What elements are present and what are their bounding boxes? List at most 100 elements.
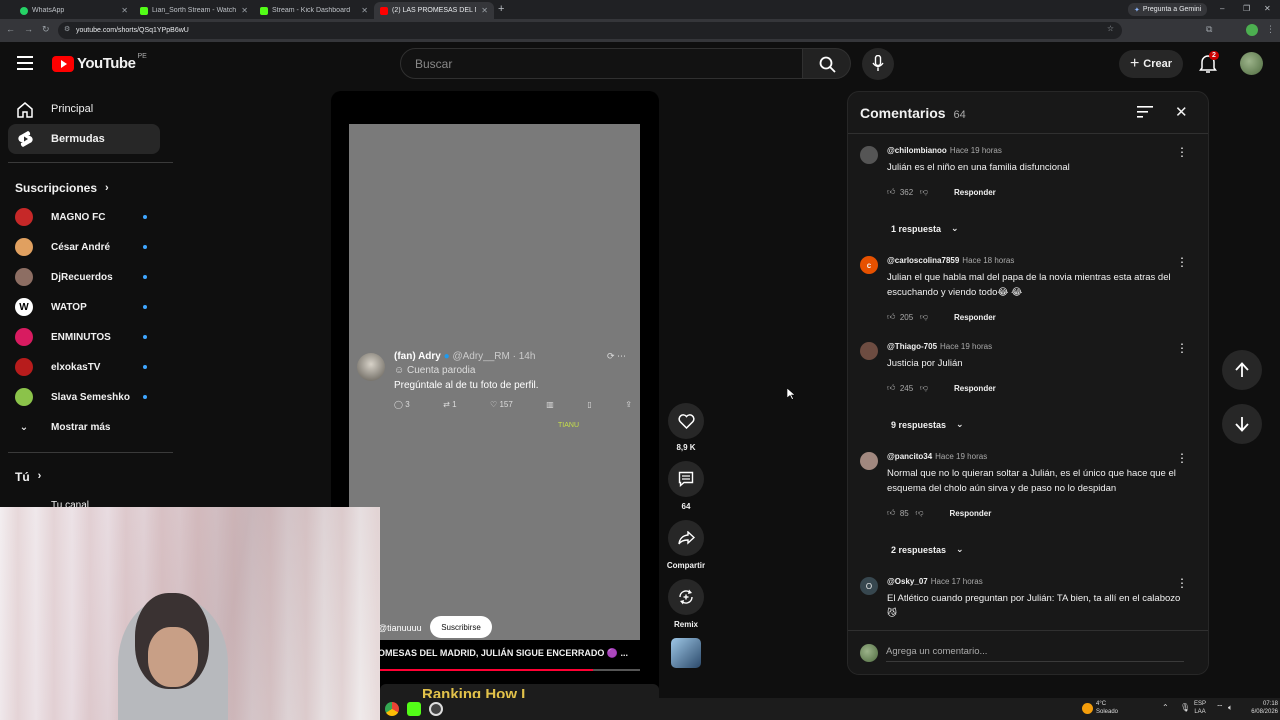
hamburger-menu-icon[interactable] xyxy=(17,56,33,75)
channel-handle[interactable]: @tianuuuu xyxy=(378,623,422,633)
comment-menu-icon[interactable]: ⋮ xyxy=(1176,146,1188,158)
thumbs-up-icon[interactable]: 👍︎ xyxy=(887,383,895,393)
sort-button[interactable] xyxy=(1137,105,1153,123)
comment-author[interactable]: @pancito34 xyxy=(887,452,932,461)
subscription-magno-fc[interactable]: MAGNO FC xyxy=(15,206,155,228)
browser-tab-lian-stream[interactable]: Lian_Sorth Stream - Watch Live ✕ xyxy=(134,2,254,19)
chrome-taskbar-icon[interactable] xyxy=(385,702,399,716)
view-replies-button[interactable]: 9 respuestas ⌄ xyxy=(891,419,964,430)
next-short-preview[interactable]: Ranking How I xyxy=(380,684,659,698)
you-section-header[interactable]: Tú › xyxy=(15,470,41,484)
reply-button[interactable]: Responder xyxy=(950,509,992,518)
close-icon[interactable]: ✕ xyxy=(481,6,488,15)
progress-track[interactable] xyxy=(378,669,640,671)
subscription-elxokastv[interactable]: elxokasTV xyxy=(15,356,155,378)
reply-button[interactable]: Responder xyxy=(954,313,996,322)
youtube-logo[interactable]: YouTube PE xyxy=(52,53,147,72)
like-button[interactable] xyxy=(668,403,704,439)
show-more-button[interactable]: ⌄ Mostrar más xyxy=(15,416,155,438)
video-title[interactable]: OMESAS DEL MADRID, JULIÁN SIGUE ENCERRAD… xyxy=(378,648,628,659)
comments-button[interactable] xyxy=(668,461,704,497)
notifications-button[interactable]: 2 xyxy=(1199,51,1219,79)
subscription-watop[interactable]: W WATOP xyxy=(15,296,155,318)
profile-avatar[interactable] xyxy=(1246,24,1258,36)
extensions-icon[interactable]: ⧉ xyxy=(1206,24,1212,35)
url-bar[interactable]: ⚙ youtube.com/shorts/QSq1YPpB6wU ☆ xyxy=(58,22,1122,39)
browser-tab-whatsapp[interactable]: WhatsApp ✕ xyxy=(14,2,134,19)
search-button[interactable] xyxy=(803,48,851,79)
comment-menu-icon[interactable]: ⋮ xyxy=(1176,342,1188,354)
minimize-icon[interactable]: – xyxy=(1220,4,1224,13)
thumbs-down-icon[interactable]: 👎︎ xyxy=(920,383,928,393)
subscription-cesar-andre[interactable]: César André xyxy=(15,236,155,258)
add-comment-input[interactable]: Agrega un comentario... xyxy=(886,646,1184,662)
browser-tab-youtube[interactable]: (2) LAS PROMESAS DEL MA ✕ xyxy=(374,2,494,19)
reply-button[interactable]: Responder xyxy=(954,384,996,393)
close-icon[interactable]: ✕ xyxy=(121,6,128,15)
comment-avatar[interactable] xyxy=(860,146,878,164)
voice-search-button[interactable] xyxy=(862,48,894,80)
browser-tab-kick-dashboard[interactable]: Stream - Kick Dashboard ✕ xyxy=(254,2,374,19)
browser-menu-icon[interactable]: ⋮ xyxy=(1266,24,1275,35)
thumbs-up-icon[interactable]: 👍︎ xyxy=(887,187,895,197)
bookmark-star-icon[interactable]: ☆ xyxy=(1107,24,1114,33)
reload-icon[interactable]: ↻ xyxy=(42,24,50,35)
gemini-icon: ✦ xyxy=(1134,6,1140,14)
gemini-button[interactable]: ✦ Pregunta a Gemini xyxy=(1128,3,1208,16)
thumbs-up-icon[interactable]: 👍︎ xyxy=(887,312,895,322)
view-replies-button[interactable]: 1 respuesta ⌄ xyxy=(891,223,959,234)
sidebar-item-principal[interactable]: Principal xyxy=(8,94,160,124)
thumbs-down-icon[interactable]: 👎︎ xyxy=(920,187,928,197)
view-replies-button[interactable]: 2 respuestas ⌄ xyxy=(891,544,964,555)
obs-taskbar-icon[interactable] xyxy=(429,702,443,716)
sound-thumbnail[interactable] xyxy=(671,638,701,668)
comment-menu-icon[interactable]: ⋮ xyxy=(1176,452,1188,464)
comment-author[interactable]: @Thiago-705 xyxy=(887,342,937,351)
subscription-slava-semeshko[interactable]: Slava Semeshko xyxy=(15,386,155,408)
mic-tray-icon[interactable]: 🎙︎ xyxy=(1180,703,1190,712)
close-icon[interactable]: ✕ xyxy=(241,6,248,15)
comment-author[interactable]: @Osky_07 xyxy=(887,577,928,586)
site-info-icon[interactable]: ⚙ xyxy=(64,25,70,33)
tray-expand-icon[interactable]: ⌃ xyxy=(1162,703,1169,712)
sidebar-item-bermudas[interactable]: Bermudas xyxy=(8,124,160,154)
thumbs-down-icon[interactable]: 👎︎ xyxy=(920,312,928,322)
language-indicator[interactable]: ESP LAA xyxy=(1194,700,1206,716)
forward-icon[interactable]: → xyxy=(24,24,33,34)
close-comments-icon[interactable]: ✕ xyxy=(1175,103,1188,121)
tweet-author: (fan) Adry xyxy=(394,351,441,362)
create-button[interactable]: + Crear xyxy=(1119,50,1183,78)
comment-author[interactable]: @chilombianoo xyxy=(887,146,947,155)
comment-avatar[interactable] xyxy=(860,452,878,470)
volume-icon[interactable]: 🔈︎ xyxy=(1228,703,1233,713)
share-button[interactable] xyxy=(668,520,704,556)
account-avatar[interactable] xyxy=(1240,52,1263,75)
back-icon[interactable]: ← xyxy=(6,24,15,34)
comment-menu-icon[interactable]: ⋮ xyxy=(1176,256,1188,268)
network-icon[interactable]: ⌔ xyxy=(1216,703,1224,713)
search-input[interactable]: Buscar xyxy=(400,48,803,79)
comment-avatar[interactable]: O xyxy=(860,577,878,595)
comment-menu-icon[interactable]: ⋮ xyxy=(1176,577,1188,589)
close-icon[interactable]: ✕ xyxy=(361,6,368,15)
comment-avatar[interactable]: c xyxy=(860,256,878,274)
thumbs-up-icon[interactable]: 👍︎ xyxy=(887,508,895,518)
subscription-djrecuerdos[interactable]: DjRecuerdos xyxy=(15,266,155,288)
restore-icon[interactable]: ❐ xyxy=(1243,4,1250,13)
reply-button[interactable]: Responder xyxy=(954,188,996,197)
window-close-icon[interactable]: ✕ xyxy=(1264,4,1271,13)
comment-avatar[interactable] xyxy=(860,342,878,360)
previous-short-button[interactable] xyxy=(1222,350,1262,390)
weather-widget[interactable]: 4°C Soleado xyxy=(1096,700,1118,716)
clock[interactable]: 07:18 6/08/2026 xyxy=(1240,700,1278,716)
new-tab-icon[interactable]: + xyxy=(498,3,504,15)
subscribe-button[interactable]: Suscribirse xyxy=(430,616,492,638)
next-short-button[interactable] xyxy=(1222,404,1262,444)
thumbs-down-icon[interactable]: 👎︎ xyxy=(915,508,923,518)
search-icon xyxy=(819,56,836,73)
kick-taskbar-icon[interactable] xyxy=(407,702,421,716)
remix-button[interactable] xyxy=(668,579,704,615)
subscriptions-header[interactable]: Suscripciones › xyxy=(15,181,109,195)
comment-author[interactable]: @carloscolina7859 xyxy=(887,256,959,265)
subscription-enminutos[interactable]: ENMINUTOS xyxy=(15,326,155,348)
